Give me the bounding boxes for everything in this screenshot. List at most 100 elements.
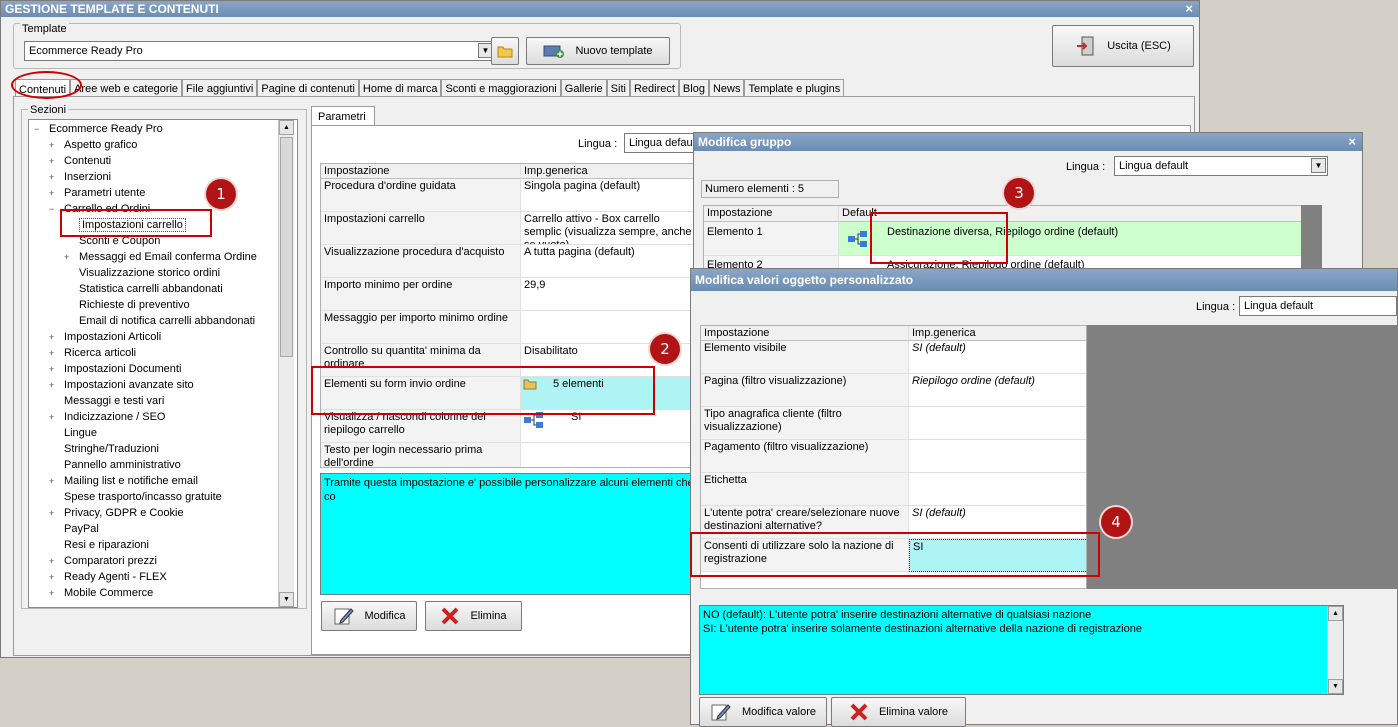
oggetto-row-value[interactable] <box>909 407 1086 440</box>
expand-icon[interactable]: + <box>49 137 58 153</box>
scroll-down-icon[interactable]: ▼ <box>1328 679 1343 694</box>
tree-item[interactable]: + Messaggi ed Email conferma Ordine <box>64 249 257 265</box>
expand-icon[interactable]: + <box>49 345 58 361</box>
tree-item[interactable]: + Aspetto grafico <box>49 137 137 153</box>
modifica-button[interactable]: Modifica <box>321 601 417 631</box>
main-window-title: GESTIONE TEMPLATE E CONTENUTI <box>5 2 219 16</box>
param-row-value[interactable]: A tutta pagina (default) <box>521 245 699 278</box>
cell-text: Testo per login necessario prima dell'or… <box>324 444 483 468</box>
modifica-valore-button[interactable]: Modifica valore <box>699 697 827 727</box>
oggetto-row-key[interactable]: Pagamento (filtro visualizzazione) <box>701 440 909 473</box>
scroll-thumb[interactable] <box>280 137 293 357</box>
tree-item[interactable]: − Ecommerce Ready Pro <box>34 121 163 137</box>
tree-item[interactable]: Messaggi e testi vari <box>49 393 164 409</box>
gruppo-lingua-select[interactable]: Lingua default ▼ <box>1114 156 1328 176</box>
gruppo-window-close-button[interactable]: × <box>1348 133 1356 151</box>
sections-tree[interactable]: − Ecommerce Ready Pro + Aspetto grafico + Con… <box>28 119 298 608</box>
main-window-close-button[interactable]: × <box>1185 1 1193 17</box>
param-row-key[interactable]: Testo per login necessario prima dell'or… <box>321 443 521 468</box>
expand-icon[interactable]: + <box>49 185 58 201</box>
tree-item[interactable]: Email di notifica carrelli abbandonati <box>64 313 255 329</box>
expand-icon[interactable]: + <box>49 153 58 169</box>
tree-item[interactable]: + Impostazioni avanzate sito <box>49 377 194 393</box>
expand-icon[interactable]: + <box>64 249 73 265</box>
description-scrollbar[interactable]: ▲ ▼ <box>1327 606 1343 694</box>
tree-item[interactable]: Resi e riparazioni <box>49 537 149 553</box>
tree-item[interactable]: Spese trasporto/incasso gratuite <box>49 489 222 505</box>
cell-text: SI (default) <box>912 342 966 354</box>
collapse-icon[interactable]: − <box>49 201 58 217</box>
expand-icon[interactable]: + <box>49 409 58 425</box>
tree-scrollbar[interactable]: ▲ ▼ <box>278 120 294 607</box>
tree-item[interactable]: + Comparatori prezzi <box>49 553 157 569</box>
oggetto-row-key[interactable]: Tipo anagrafica cliente (filtro visualiz… <box>701 407 909 440</box>
tree-item[interactable]: Lingue <box>49 425 97 441</box>
tree-item[interactable]: + Impostazioni Documenti <box>49 361 181 377</box>
expand-icon[interactable]: + <box>49 329 58 345</box>
oggetto-row-value[interactable] <box>909 440 1086 473</box>
uscita-button[interactable]: Uscita (ESC) <box>1052 25 1194 67</box>
annotation-badge-4: 4 <box>1101 507 1131 537</box>
tree-item[interactable]: + Impostazioni Articoli <box>49 329 161 345</box>
tree-item[interactable]: + Inserzioni <box>49 169 111 185</box>
param-row-key[interactable]: Impostazioni carrello <box>321 212 521 245</box>
param-row-key[interactable]: Procedura d'ordine guidata <box>321 179 521 212</box>
tree-item-label: Messaggi e testi vari <box>64 395 165 407</box>
tree-item[interactable]: + Mobile Commerce <box>49 585 153 601</box>
tree-item[interactable]: + Ricerca articoli <box>49 345 136 361</box>
scroll-up-icon[interactable]: ▲ <box>1328 606 1343 621</box>
template-select[interactable]: Ecommerce Ready Pro ▼ <box>24 41 495 61</box>
elimina-button[interactable]: Elimina <box>425 601 522 631</box>
expand-icon[interactable]: + <box>49 473 58 489</box>
collapse-icon[interactable]: − <box>34 121 43 137</box>
tree-item[interactable]: + Parametri utente <box>49 185 145 201</box>
tree-item[interactable]: PayPal <box>49 521 99 537</box>
tree-item[interactable]: + Mailing list e notifiche email <box>49 473 198 489</box>
expand-icon[interactable]: + <box>49 569 58 585</box>
oggetto-lingua-select[interactable]: Lingua default <box>1239 296 1397 316</box>
oggetto-row-value[interactable]: Riepilogo ordine (default) <box>909 374 1086 407</box>
expand-icon[interactable]: + <box>49 553 58 569</box>
oggetto-row-key[interactable]: Etichetta <box>701 473 909 506</box>
expand-icon[interactable]: + <box>49 505 58 521</box>
param-row-key[interactable]: Visualizzazione procedura d'acquisto <box>321 245 521 278</box>
tree-item[interactable]: + Indicizzazione / SEO <box>49 409 166 425</box>
tree-item-label: Mobile Commerce <box>64 587 154 599</box>
param-row-key[interactable]: Importo minimo per ordine <box>321 278 521 311</box>
parametri-tab-label: Parametri <box>318 111 366 123</box>
oggetto-row-key[interactable]: Elemento visibile <box>701 341 909 374</box>
tree-item[interactable]: + Privacy, GDPR e Cookie <box>49 505 184 521</box>
tree-item[interactable]: + Ready Agenti - FLEX <box>49 569 167 585</box>
nuovo-template-button[interactable]: Nuovo template <box>526 37 670 65</box>
oggetto-row-value[interactable]: SI (default) <box>909 341 1086 374</box>
param-row-value[interactable]: 29,9 <box>521 278 699 311</box>
param-row-value[interactable] <box>521 443 699 467</box>
param-row-value[interactable]: Carrello attivo - Box carrello semplic (… <box>521 212 699 245</box>
param-row-value[interactable]: Singola pagina (default) <box>521 179 699 212</box>
delete-x-icon <box>442 607 459 625</box>
oggetto-row-value[interactable] <box>909 473 1086 506</box>
tab-label: Aree web e categorie <box>74 83 179 95</box>
gruppo-row-1-key[interactable]: Elemento 1 <box>704 222 839 256</box>
tree-item[interactable]: Richieste di preventivo <box>64 297 190 313</box>
param-row-key[interactable]: Messaggio per importo minimo ordine <box>321 311 521 344</box>
scroll-down-icon[interactable]: ▼ <box>279 592 294 607</box>
elimina-valore-button[interactable]: Elimina valore <box>831 697 966 727</box>
tree-item[interactable]: Stringhe/Traduzioni <box>49 441 159 457</box>
cell-text: 29,9 <box>524 279 546 291</box>
scroll-up-icon[interactable]: ▲ <box>279 120 294 135</box>
expand-icon[interactable]: + <box>49 377 58 393</box>
tree-item[interactable]: + Contenuti <box>49 153 111 169</box>
chevron-down-icon[interactable]: ▼ <box>1311 158 1326 173</box>
tree-item[interactable]: Visualizzazione storico ordini <box>64 265 220 281</box>
expand-icon[interactable]: + <box>49 585 58 601</box>
lingua-select[interactable]: Lingua default <box>624 133 704 153</box>
parametri-tab[interactable]: Parametri <box>311 106 375 126</box>
expand-icon[interactable]: + <box>49 169 58 185</box>
open-folder-button[interactable] <box>491 37 519 65</box>
edit-icon <box>711 704 731 721</box>
expand-icon[interactable]: + <box>49 361 58 377</box>
tree-item[interactable]: Pannello amministrativo <box>49 457 181 473</box>
tree-item[interactable]: Statistica carrelli abbandonati <box>64 281 223 297</box>
oggetto-row-key[interactable]: Pagina (filtro visualizzazione) <box>701 374 909 407</box>
